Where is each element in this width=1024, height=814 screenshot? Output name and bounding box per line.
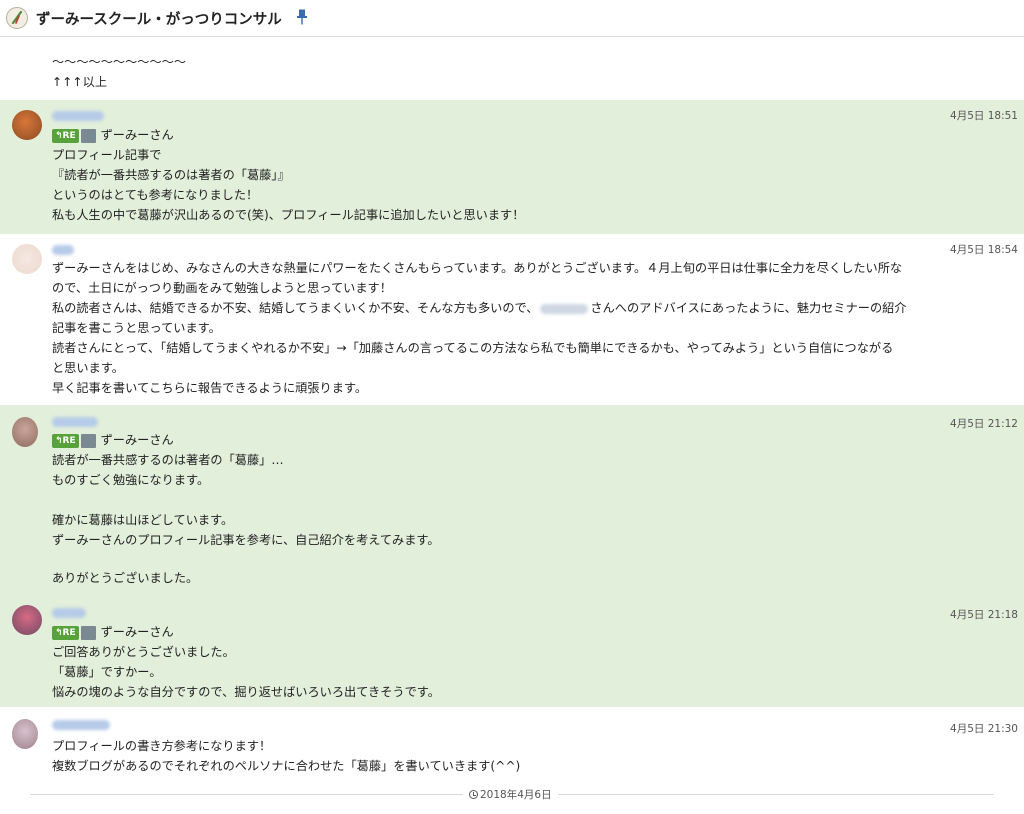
clock-icon <box>469 790 478 799</box>
reply-reference[interactable]: ↰RE ずーみーさん <box>52 430 174 450</box>
sender-name[interactable] <box>52 720 110 730</box>
message-item: 4月5日 21:18 ↰RE ずーみーさん ご回答ありがとうございました。 「葛藤… <box>0 597 1024 707</box>
message-line: ので、土日にがっつり動画をみて勉強しようと思っています！ <box>52 281 392 295</box>
message-line: 悩みの塊のような自分ですので、掘り返せばいろいろ出てきそうです。 <box>52 685 440 699</box>
pin-icon[interactable] <box>296 9 308 25</box>
message-line: ありがとうございました。 <box>52 571 199 585</box>
date-divider-label: 2018年4月6日 <box>463 787 558 802</box>
message-line: プロフィールの書き方参考になります！ <box>52 739 272 753</box>
message-line: ものすごく勉強になります。 <box>52 473 210 487</box>
message-item: 4月5日 21:12 ↰RE ずーみーさん 読者が一番共感するのは著者の「葛藤」…… <box>0 405 1024 597</box>
message-line: 読者が一番共感するのは著者の「葛藤」… <box>52 453 284 467</box>
room-header: ずーみースクール・がっつりコンサル <box>0 0 1024 37</box>
reply-reference[interactable]: ↰RE ずーみーさん <box>52 622 174 642</box>
user-avatar[interactable] <box>12 605 42 635</box>
message-line: 私の読者さんは、結婚できるか不安、結婚してうまくいくか不安、そんな方も多いので、… <box>52 301 907 315</box>
message-line: 複数ブログがあるのでそれぞれのペルソナに合わせた「葛藤」を書いていきます(^^) <box>52 759 521 773</box>
room-title: ずーみースクール・がっつりコンサル <box>36 12 282 28</box>
sender-name[interactable] <box>52 245 74 255</box>
sender-name[interactable] <box>52 608 86 618</box>
reply-avatar <box>80 128 96 143</box>
message-line: ご回答ありがとうございました。 <box>52 645 235 659</box>
sender-name[interactable] <box>52 111 104 121</box>
reply-avatar <box>80 625 96 640</box>
message-item: 〜〜〜〜〜〜〜〜〜〜〜 ↑↑↑以上 <box>0 37 1024 100</box>
user-avatar[interactable] <box>12 110 42 140</box>
message-line: 〜〜〜〜〜〜〜〜〜〜〜 <box>52 55 187 69</box>
reply-reference[interactable]: ↰RE ずーみーさん <box>52 125 174 145</box>
reply-to-name: ずーみーさん <box>100 433 174 447</box>
reply-avatar <box>80 433 96 448</box>
message-timestamp: 4月5日 18:54 <box>950 244 1018 256</box>
message-timestamp: 4月5日 18:51 <box>950 110 1018 122</box>
message-line: 記事を書こうと思っています。 <box>52 321 221 335</box>
date-divider: 2018年4月6日 <box>0 784 1024 804</box>
message-line: 『読者が一番共感するのは著者の「葛藤」』 <box>52 168 290 182</box>
message-timestamp: 4月5日 21:30 <box>950 723 1018 735</box>
message-line: プロフィール記事で <box>52 148 162 162</box>
message-line: ずーみーさんのプロフィール記事を参考に、自己紹介を考えてみます。 <box>52 533 440 547</box>
message-line: ずーみーさんをはじめ、みなさんの大きな熱量にパワーをたくさんもらっています。あり… <box>52 261 903 275</box>
message-item: 4月5日 18:51 ↰RE ずーみーさん プロフィール記事で 『読者が一番共感す… <box>0 100 1024 234</box>
reply-badge-icon: ↰RE <box>52 625 79 640</box>
message-line: ↑↑↑以上 <box>52 75 108 89</box>
message-item: 4月5日 21:30 プロフィールの書き方参考になります！ 複数ブログがあるので… <box>0 707 1024 784</box>
message-line: 読者さんにとって、「結婚してうまくやれるか不安」→「加藤さんの言ってるこの方法な… <box>52 341 894 355</box>
message-line: というのはとても参考になりました！ <box>52 188 259 202</box>
reply-badge-icon: ↰RE <box>52 128 79 143</box>
reply-to-name: ずーみーさん <box>100 625 174 639</box>
message-line: 早く記事を書いてこちらに報告できるように頑張ります。 <box>52 381 368 395</box>
message-line: と思います。 <box>52 361 124 375</box>
message-timestamp: 4月5日 21:18 <box>950 609 1018 621</box>
message-item: 4月5日 18:54 ずーみーさんをはじめ、みなさんの大きな熱量にパワーをたくさ… <box>0 234 1024 405</box>
room-avatar-icon[interactable] <box>6 7 28 29</box>
user-avatar[interactable] <box>12 244 42 274</box>
reply-to-name: ずーみーさん <box>100 128 174 142</box>
message-line: 私も人生の中で葛藤が沢山あるので(笑)、プロフィール記事に追加したいと思います！ <box>52 208 525 222</box>
message-line: 「葛藤」ですかー。 <box>52 665 162 679</box>
message-timestamp: 4月5日 21:12 <box>950 418 1018 430</box>
sender-name[interactable] <box>52 417 98 427</box>
redacted-name <box>540 303 589 314</box>
user-avatar[interactable] <box>12 719 38 749</box>
message-line: 確かに葛藤は山ほどしています。 <box>52 513 234 527</box>
user-avatar[interactable] <box>12 417 38 447</box>
reply-badge-icon: ↰RE <box>52 433 79 448</box>
